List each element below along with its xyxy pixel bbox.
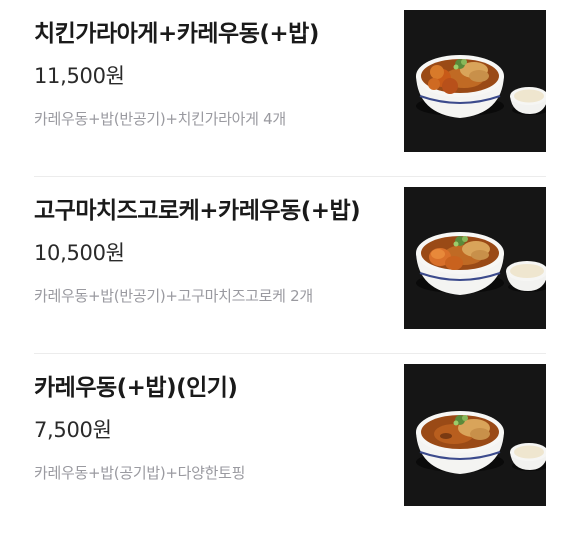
menu-item-karaage-curry-udon[interactable]: 치킨가라아게+카레우동(+밥) 11,500원 카레우동+밥(반공기)+치킨가라… — [34, 0, 546, 177]
menu-item-name: 카레우동(+밥)(인기) — [34, 375, 238, 401]
menu-item-croquette-curry-udon[interactable]: 고구마치즈고로케+카레우동(+밥) 10,500원 카레우동+밥(반공기)+고구… — [34, 177, 546, 354]
menu-item-description: 카레우동+밥(반공기)+고구마치즈고로케 2개 — [34, 287, 313, 305]
menu-item-description: 카레우동+밥(공기밥)+다양한토핑 — [34, 464, 246, 482]
menu-item-description: 카레우동+밥(반공기)+치킨가라아게 4개 — [34, 110, 286, 128]
menu-item-name: 치킨가라아게+카레우동(+밥) — [34, 21, 319, 47]
menu-list: 치킨가라아게+카레우동(+밥) 11,500원 카레우동+밥(반공기)+치킨가라… — [0, 0, 580, 531]
menu-item-price: 10,500원 — [34, 241, 125, 265]
menu-item-price: 7,500원 — [34, 418, 112, 442]
menu-item-curry-udon[interactable]: 카레우동(+밥)(인기) 7,500원 카레우동+밥(공기밥)+다양한토핑 — [34, 354, 546, 531]
menu-item-price: 11,500원 — [34, 64, 125, 88]
curry-udon-croquette-photo[interactable] — [404, 187, 546, 329]
curry-udon-karaage-photo[interactable] — [404, 10, 546, 152]
curry-udon-photo[interactable] — [404, 364, 546, 506]
menu-item-name: 고구마치즈고로케+카레우동(+밥) — [34, 198, 361, 224]
